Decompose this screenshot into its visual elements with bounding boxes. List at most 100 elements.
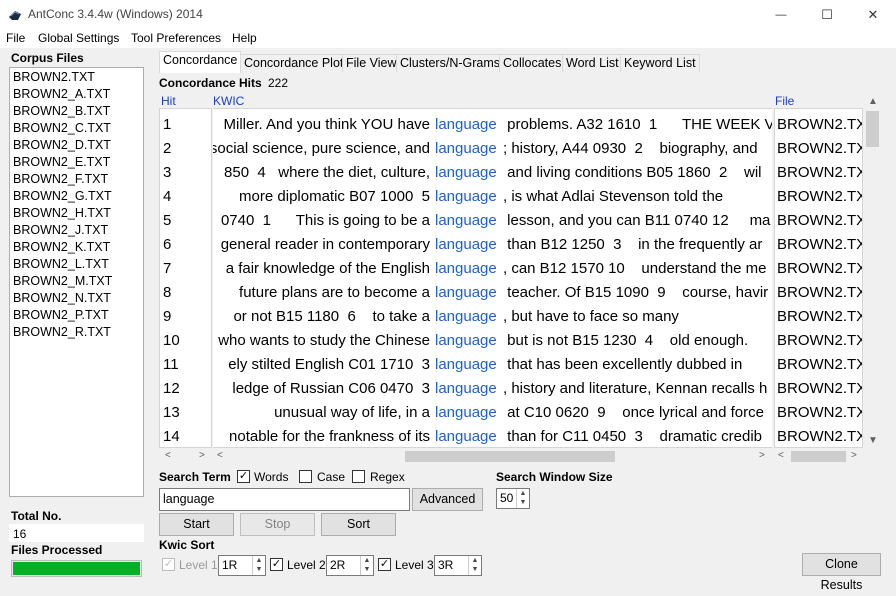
kwic-row[interactable]: a fair knowledge of the English language,…	[213, 257, 772, 281]
spinner-arrows-icon[interactable]: ▲ ▼	[516, 489, 529, 508]
kwic-row[interactable]: more diplomatic B07 1000 5 language , is w…	[213, 185, 772, 209]
kwic-scroll-thumb[interactable]	[405, 451, 615, 462]
level-2-spinner[interactable]: 2R ▲ ▼	[326, 555, 374, 576]
column-header-hit[interactable]: Hit	[161, 94, 176, 108]
sort-button[interactable]: Sort	[321, 513, 396, 536]
kwic-row[interactable]: future plans are to become a language tea…	[213, 281, 772, 305]
spinner-arrows-icon[interactable]: ▲ ▼	[360, 556, 373, 575]
clone-results-button[interactable]: Clone Results	[802, 553, 881, 592]
corpus-file-item[interactable]: BROWN2_L.TXT	[13, 256, 109, 273]
kwic-row[interactable]: unusual way of life, in a language at C10…	[213, 401, 772, 425]
kwic-keyword[interactable]: language	[435, 161, 497, 185]
scroll-left-icon[interactable]: <	[165, 450, 171, 461]
corpus-file-item[interactable]: BROWN2_D.TXT	[13, 137, 111, 154]
file-horizontal-scrollbar[interactable]: < >	[774, 449, 863, 464]
kwic-row[interactable]: general reader in contemporary language t…	[213, 233, 772, 257]
tab-file-view[interactable]: File View	[342, 54, 401, 72]
scroll-left-icon[interactable]: <	[217, 450, 223, 461]
start-button[interactable]: Start	[159, 513, 234, 536]
menu-tool-preferences[interactable]: Tool Preferences	[131, 31, 221, 45]
level-1-spinner[interactable]: 1R ▲ ▼	[218, 555, 266, 576]
kwic-keyword[interactable]: language	[435, 401, 497, 425]
corpus-file-item[interactable]: BROWN2_K.TXT	[13, 239, 110, 256]
kwic-row[interactable]: ledge of Russian C06 0470 3 language , his…	[213, 377, 772, 401]
file-cell[interactable]: BROWN2.TXT	[777, 377, 862, 401]
corpus-file-item[interactable]: BROWN2_F.TXT	[13, 171, 108, 188]
kwic-row[interactable]: or not B15 1180 6 to take a language , but…	[213, 305, 772, 329]
file-cell[interactable]: BROWN2.TXT	[777, 305, 862, 329]
words-checkbox[interactable]: ✓	[237, 470, 250, 483]
kwic-row[interactable]: notable for the frankness of its language…	[213, 425, 772, 447]
file-cell[interactable]: BROWN2.TXT	[777, 185, 862, 209]
tab-keyword-list[interactable]: Keyword List	[620, 54, 700, 72]
corpus-file-item[interactable]: BROWN2_A.TXT	[13, 86, 110, 103]
corpus-file-item[interactable]: BROWN2_H.TXT	[13, 205, 111, 222]
menu-global-settings[interactable]: Global Settings	[38, 31, 119, 45]
kwic-keyword[interactable]: language	[435, 113, 497, 137]
corpus-file-item[interactable]: BROWN2_J.TXT	[13, 222, 108, 239]
scroll-left-icon[interactable]: <	[778, 450, 784, 461]
results-vertical-scrollbar[interactable]: ▲ ▼	[864, 94, 881, 449]
regex-checkbox[interactable]	[352, 470, 365, 483]
corpus-file-item[interactable]: BROWN2_E.TXT	[13, 154, 110, 171]
kwic-row[interactable]: social science, pure science, and languag…	[213, 137, 772, 161]
corpus-file-item[interactable]: BROWN2_N.TXT	[13, 290, 111, 307]
corpus-file-list[interactable]: BROWN2.TXT BROWN2_A.TXT BROWN2_B.TXT BRO…	[9, 67, 144, 497]
file-cell[interactable]: BROWN2.TXT	[777, 233, 862, 257]
menu-help[interactable]: Help	[232, 31, 257, 45]
kwic-row[interactable]: 850 4 where the diet, culture, language a…	[213, 161, 772, 185]
kwic-horizontal-scrollbar[interactable]: < >	[213, 449, 772, 464]
column-header-kwic[interactable]: KWIC	[213, 94, 244, 108]
hit-horizontal-scrollbar[interactable]: < >	[159, 449, 212, 464]
scroll-right-icon[interactable]: >	[759, 450, 765, 461]
level-2-checkbox[interactable]: ✓	[270, 558, 283, 571]
menu-file[interactable]: File	[6, 31, 25, 45]
column-header-file[interactable]: File	[775, 94, 794, 108]
level-3-checkbox[interactable]: ✓	[378, 558, 391, 571]
hit-column[interactable]: 1 2 3 4 5 6 7 8 9 10 11 12 13 14	[159, 108, 212, 448]
corpus-file-item[interactable]: BROWN2_M.TXT	[13, 273, 112, 290]
kwic-row[interactable]: who wants to study the Chinese language b…	[213, 329, 772, 353]
search-window-size-spinner[interactable]: 50 ▲ ▼	[496, 488, 530, 509]
kwic-row[interactable]: Miller. And you think YOU have language p…	[213, 113, 773, 137]
corpus-file-item[interactable]: BROWN2_C.TXT	[13, 120, 111, 137]
file-cell[interactable]: BROWN2.TXT	[777, 281, 862, 305]
search-term-input[interactable]: language	[159, 488, 410, 511]
file-cell[interactable]: BROWN2.TXT	[777, 209, 862, 233]
file-cell[interactable]: BROWN2.TXT	[777, 425, 862, 447]
scroll-right-icon[interactable]: >	[851, 450, 857, 461]
scroll-up-icon[interactable]: ▲	[868, 96, 878, 107]
kwic-column[interactable]: Miller. And you think YOU have language p…	[213, 108, 772, 448]
maximize-button[interactable]: ☐	[804, 0, 850, 29]
level-3-spinner[interactable]: 3R ▲ ▼	[434, 555, 482, 576]
corpus-file-item[interactable]: BROWN2.TXT	[13, 69, 95, 86]
file-cell[interactable]: BROWN2.TXT	[777, 401, 862, 425]
close-button[interactable]: ✕	[850, 0, 896, 29]
kwic-keyword[interactable]: language	[435, 305, 497, 329]
tab-concordance[interactable]: Concordance	[159, 51, 242, 73]
kwic-keyword[interactable]: language	[435, 353, 497, 377]
kwic-keyword[interactable]: language	[435, 185, 497, 209]
file-cell[interactable]: BROWN2.TXT	[777, 353, 862, 377]
kwic-keyword[interactable]: language	[435, 257, 497, 281]
kwic-keyword[interactable]: language	[435, 233, 497, 257]
spinner-arrows-icon[interactable]: ▲ ▼	[468, 556, 481, 575]
stop-button[interactable]: Stop	[240, 513, 315, 536]
file-cell[interactable]: BROWN2.TXT	[777, 113, 862, 137]
level-1-checkbox[interactable]: ✓	[162, 558, 175, 571]
corpus-file-item[interactable]: BROWN2_B.TXT	[13, 103, 110, 120]
spinner-arrows-icon[interactable]: ▲ ▼	[252, 556, 265, 575]
kwic-keyword[interactable]: language	[435, 329, 497, 353]
kwic-keyword[interactable]: language	[435, 209, 497, 233]
kwic-row[interactable]: 0740 1 This is going to be a language les…	[213, 209, 772, 233]
kwic-keyword[interactable]: language	[435, 377, 497, 401]
scroll-down-icon[interactable]: ▼	[868, 435, 878, 446]
advanced-button[interactable]: Advanced	[412, 488, 483, 511]
corpus-file-item[interactable]: BROWN2_G.TXT	[13, 188, 112, 205]
file-cell[interactable]: BROWN2.TXT	[777, 161, 862, 185]
corpus-file-item[interactable]: BROWN2_R.TXT	[13, 324, 111, 341]
file-cell[interactable]: BROWN2.TXT	[777, 257, 862, 281]
file-column[interactable]: BROWN2.TXTBROWN2.TXTBROWN2.TXTBROWN2.TXT…	[774, 108, 863, 448]
kwic-row[interactable]: ely stilted English C01 1710 3 language t…	[213, 353, 772, 377]
scroll-right-icon[interactable]: >	[199, 450, 205, 461]
